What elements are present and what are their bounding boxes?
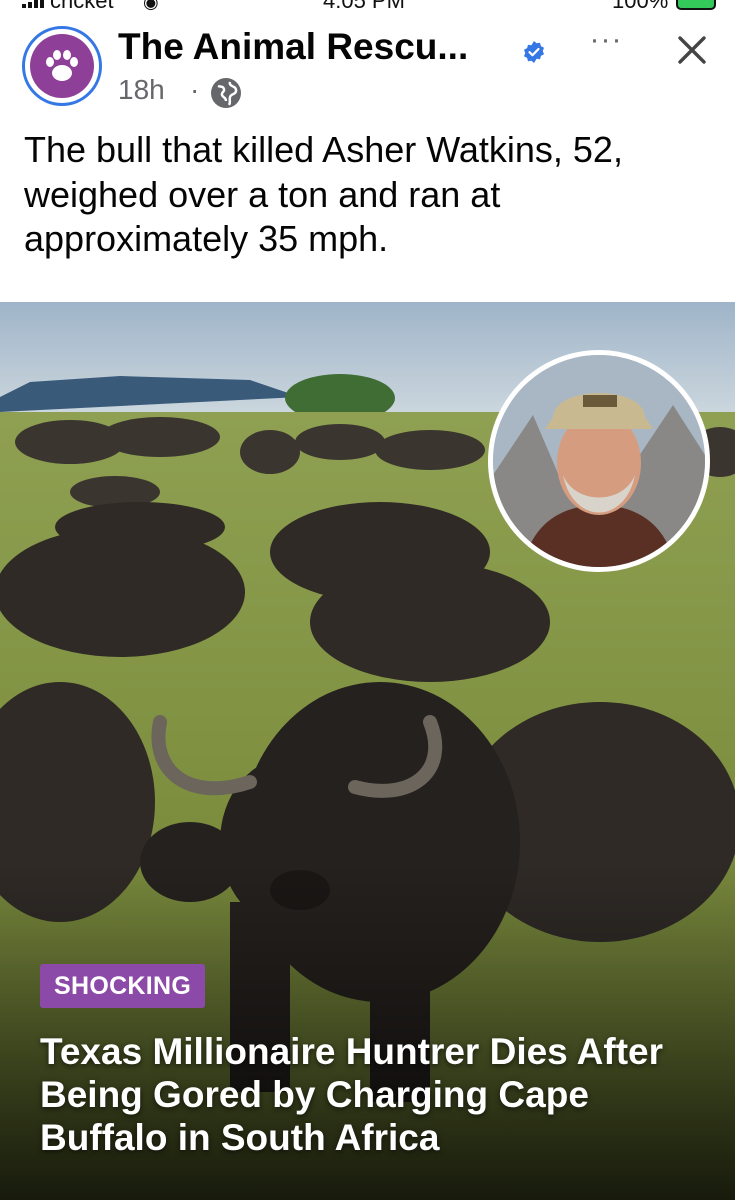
close-icon[interactable]	[674, 32, 710, 68]
status-time: 4:05 PM	[323, 0, 405, 13]
battery-icon	[676, 0, 716, 10]
meta-separator: ·	[190, 74, 200, 105]
post-image[interactable]: SHOCKING Texas Millionaire Huntrer Dies …	[0, 302, 735, 1200]
facebook-post-screen: cricket ◉ 4:05 PM 100% The Animal Rescu.…	[0, 0, 735, 1200]
article-headline[interactable]: Texas Millionaire Huntrer Dies After Bei…	[40, 1030, 720, 1159]
globe-icon	[211, 78, 241, 108]
paw-icon	[30, 34, 94, 98]
wifi-icon: ◉	[143, 0, 159, 12]
victim-portrait-inset	[488, 350, 710, 572]
status-bar: cricket ◉ 4:05 PM 100%	[0, 0, 735, 14]
more-options-icon[interactable]: ···	[586, 25, 626, 60]
page-name[interactable]: The Animal Rescu...	[118, 26, 468, 68]
post-header: The Animal Rescu... 18h · ···	[0, 14, 735, 114]
page-avatar[interactable]	[22, 26, 102, 106]
category-tag: SHOCKING	[40, 964, 206, 1008]
verified-badge-icon	[524, 41, 544, 63]
post-timestamp[interactable]: 18h	[118, 74, 165, 106]
post-caption: The bull that killed Asher Watkins, 52, …	[24, 129, 623, 259]
carrier-label: cricket	[50, 0, 114, 13]
signal-icon	[22, 0, 48, 8]
battery-percent: 100%	[612, 0, 669, 13]
